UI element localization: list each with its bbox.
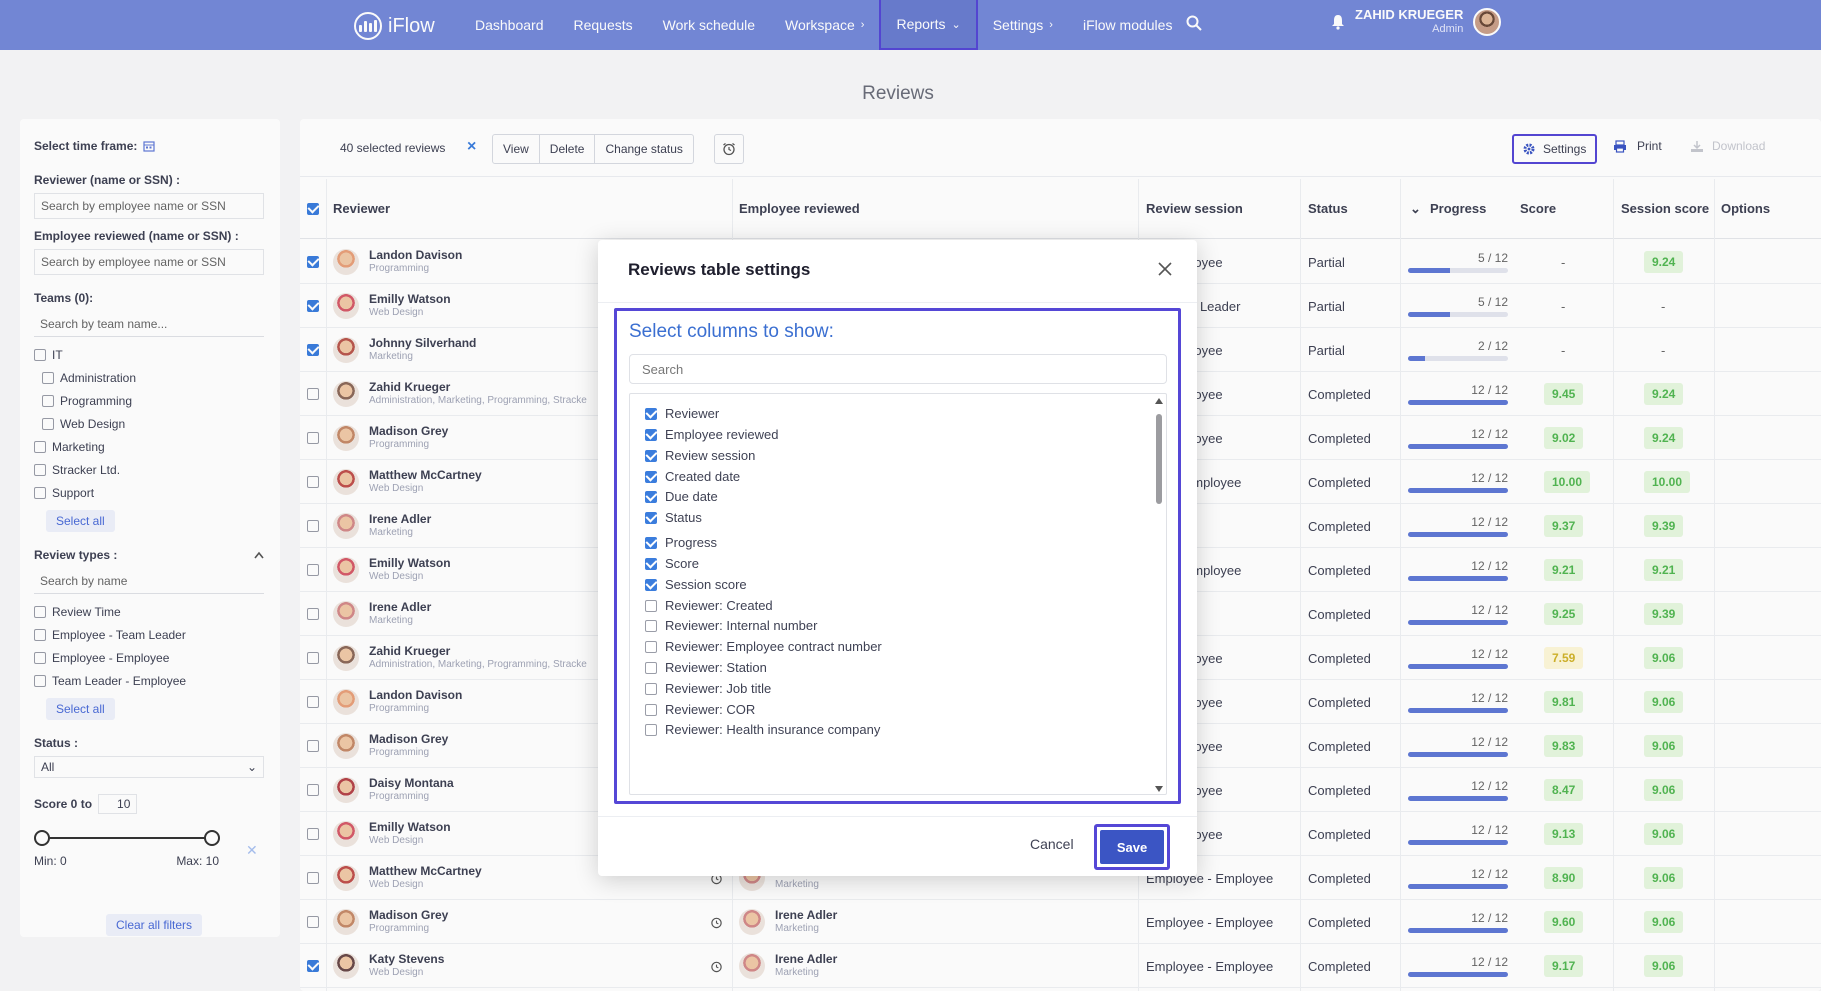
column-checkbox[interactable] <box>645 661 657 674</box>
modal-title: Reviews table settings <box>628 260 811 279</box>
column-option-label: Reviewer: Station <box>665 660 767 675</box>
column-option-label: Created date <box>665 469 741 484</box>
table-settings-modal: Reviews table settings Select columns to… <box>598 240 1197 876</box>
columns-section-title: Select columns to show: <box>629 321 834 342</box>
column-option[interactable]: Reviewer: Health insurance company <box>645 722 880 737</box>
column-option-label: Status <box>665 510 702 525</box>
column-checkbox[interactable] <box>645 407 657 420</box>
column-option-label: Employee reviewed <box>665 427 779 442</box>
column-option-label: Due date <box>665 489 718 504</box>
column-checkbox[interactable] <box>645 682 657 695</box>
column-option[interactable]: Employee reviewed <box>645 427 778 442</box>
column-checkbox[interactable] <box>645 428 657 441</box>
column-option-label: Review session <box>665 448 756 463</box>
column-option[interactable]: Review session <box>645 448 755 463</box>
column-checkbox[interactable] <box>645 511 657 524</box>
column-option-label: Reviewer: Internal number <box>665 618 818 633</box>
column-option-label: Reviewer: Health insurance company <box>665 722 881 737</box>
column-option-label: Score <box>665 556 699 571</box>
cancel-button[interactable]: Cancel <box>1030 836 1074 852</box>
save-button[interactable]: Save <box>1094 824 1170 870</box>
divider <box>598 302 1197 303</box>
column-checkbox[interactable] <box>645 723 657 736</box>
column-option-label: Progress <box>665 535 718 550</box>
column-option[interactable]: Reviewer <box>645 406 719 421</box>
column-option-label: Session score <box>665 577 747 592</box>
column-option[interactable]: Progress <box>645 535 717 550</box>
column-option[interactable]: Reviewer: COR <box>645 702 755 717</box>
column-option[interactable]: Reviewer: Internal number <box>645 618 817 633</box>
column-option[interactable]: Created date <box>645 469 740 484</box>
column-checkbox[interactable] <box>645 619 657 632</box>
column-option-label: Reviewer: Created <box>665 598 773 613</box>
column-checkbox[interactable] <box>645 703 657 716</box>
column-option-label: Reviewer <box>665 406 720 421</box>
column-checkbox[interactable] <box>645 490 657 503</box>
column-option[interactable]: Score <box>645 556 699 571</box>
column-checkbox[interactable] <box>645 640 657 653</box>
column-option-label: Reviewer: Job title <box>665 681 772 696</box>
column-option[interactable]: Due date <box>645 489 718 504</box>
scroll-up-arrow-icon[interactable] <box>1155 398 1163 404</box>
column-option-label: Reviewer: COR <box>665 702 756 717</box>
close-icon[interactable] <box>1154 258 1176 280</box>
save-label: Save <box>1100 830 1164 864</box>
columns-selector: Select columns to show: Search Reviewer E… <box>614 308 1181 804</box>
column-option[interactable]: Reviewer: Employee contract number <box>645 639 882 654</box>
column-checkbox[interactable] <box>645 599 657 612</box>
column-checkbox[interactable] <box>645 578 657 591</box>
column-option[interactable]: Reviewer: Station <box>645 660 767 675</box>
column-option[interactable]: Status <box>645 510 702 525</box>
column-checkbox[interactable] <box>645 470 657 483</box>
divider <box>598 816 1197 817</box>
scrollbar[interactable] <box>1154 398 1164 792</box>
scrollbar-thumb[interactable] <box>1156 414 1162 504</box>
scroll-down-arrow-icon[interactable] <box>1155 786 1163 792</box>
column-checkbox[interactable] <box>645 557 657 570</box>
column-option[interactable]: Session score <box>645 577 747 592</box>
column-option[interactable]: Reviewer: Created <box>645 598 773 613</box>
column-checkbox[interactable] <box>645 536 657 549</box>
columns-search-input[interactable]: Search <box>629 354 1167 384</box>
column-option[interactable]: Reviewer: Job title <box>645 681 771 696</box>
columns-list[interactable]: Reviewer Employee reviewed Review session C… <box>629 393 1167 795</box>
column-checkbox[interactable] <box>645 449 657 462</box>
column-option-label: Reviewer: Employee contract number <box>665 639 882 654</box>
